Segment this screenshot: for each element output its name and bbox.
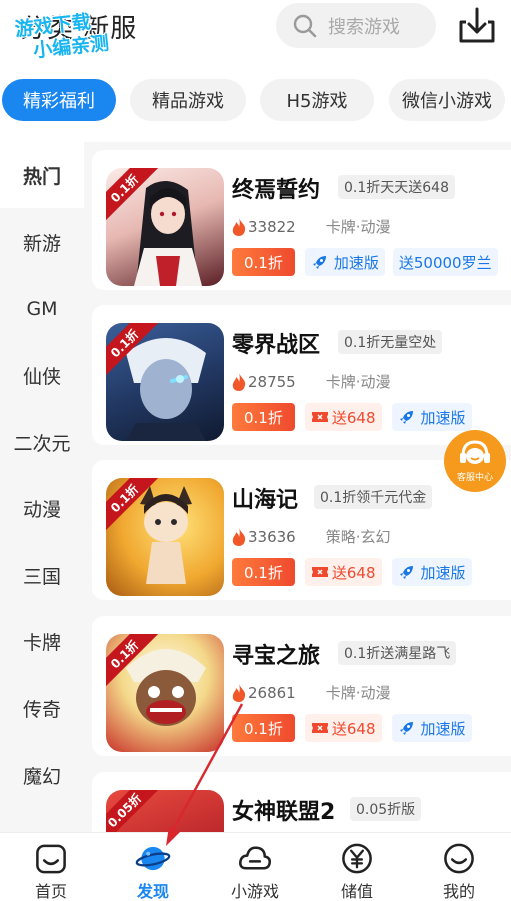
game-cover: 0.1折	[106, 323, 224, 441]
game-genre: 卡牌·动漫	[325, 684, 391, 702]
game-genre: 卡牌·动漫	[325, 218, 391, 236]
rocket-icon	[399, 722, 413, 735]
category-three-kingdoms[interactable]: 三国	[0, 542, 84, 608]
game-meta: 26861 卡牌·动漫	[232, 682, 391, 703]
game-card[interactable]: 0.1折 寻宝之旅 0.1折送满星路飞 26861 卡牌·动漫 0.1折 送64…	[92, 616, 511, 756]
discount-badge: 0.1折	[232, 248, 295, 276]
smile-icon	[444, 843, 474, 874]
category-anime2d[interactable]: 二次元	[0, 409, 84, 475]
game-genre: 卡牌·动漫	[325, 373, 391, 391]
game-tag: 0.05折版	[350, 797, 422, 821]
game-cover: 0.05折	[106, 790, 224, 832]
nav-profile[interactable]: 我的	[408, 833, 510, 901]
ticket-icon	[311, 723, 328, 733]
game-tag: 0.1折送满星路飞	[338, 641, 457, 665]
category-card[interactable]: 卡牌	[0, 608, 84, 674]
category-sidebar: 热门 新游 GM 仙侠 二次元 动漫 三国 卡牌 传奇 魔幻	[0, 142, 84, 832]
game-name: 寻宝之旅	[232, 644, 321, 669]
search-icon	[293, 14, 317, 37]
gift-badge: 送648	[304, 714, 382, 742]
category-fantasy[interactable]: 魔幻	[0, 742, 84, 808]
search-input[interactable]: 搜索游戏	[276, 3, 436, 48]
game-card[interactable]: 0.1折 终焉誓约 0.1折天天送648 33822 卡牌·动漫 0.1折 加速…	[92, 150, 511, 290]
flame-icon	[232, 372, 246, 391]
game-name: 零界战区	[232, 333, 321, 358]
game-name: 女神联盟2	[232, 800, 336, 825]
game-cover: 0.1折	[106, 634, 224, 752]
top-tabs: 精彩福利 精品游戏 H5游戏 微信小游戏	[0, 79, 511, 123]
app-screen: 分类·新服 游戏下载 小编亲测 搜索游戏 精彩福利 精品游戏 H5游戏 微信小游…	[0, 0, 511, 901]
tab-h5-games[interactable]: H5游戏	[260, 79, 374, 121]
planet-icon	[135, 846, 171, 871]
ticket-icon	[311, 412, 328, 422]
speed-badge: 加速版	[304, 248, 385, 276]
headset-icon	[460, 440, 490, 464]
category-xianxia[interactable]: 仙侠	[0, 342, 84, 408]
game-meta: 33636 策略·玄幻	[232, 526, 391, 547]
discount-badge: 0.1折	[232, 714, 295, 742]
discount-badge: 0.1折	[232, 403, 295, 431]
flame-icon	[232, 527, 246, 546]
game-cover: 0.1折	[106, 168, 224, 286]
customer-service-button[interactable]: 客服中心	[444, 430, 506, 492]
hot-count: 26861	[248, 683, 296, 702]
gift-badge: 送648	[304, 403, 382, 431]
yuan-icon	[342, 843, 372, 874]
game-name: 终焉誓约	[232, 178, 321, 203]
discount-badge: 0.1折	[232, 558, 295, 586]
hot-count: 28755	[248, 372, 296, 391]
nav-discover[interactable]: 发现	[102, 833, 204, 901]
game-badges: 0.1折 送648 加速版	[232, 558, 472, 586]
game-card[interactable]: 0.1折 零界战区 0.1折无量空处 28755 卡牌·动漫 0.1折 送648…	[92, 305, 511, 445]
category-anime[interactable]: 动漫	[0, 475, 84, 541]
game-card[interactable]: 0.1折 山海记 0.1折领千元代金 33636 策略·玄幻 0.1折 送648…	[92, 460, 511, 600]
rocket-icon	[399, 566, 413, 579]
cloud-icon	[239, 846, 271, 870]
category-gm[interactable]: GM	[0, 276, 84, 342]
category-legend[interactable]: 传奇	[0, 675, 84, 741]
game-tag: 0.1折领千元代金	[314, 485, 433, 509]
speed-badge: 加速版	[391, 403, 472, 431]
service-label: 客服中心	[456, 473, 493, 483]
tab-wechat-games[interactable]: 微信小游戏	[389, 79, 505, 121]
game-tag: 0.1折天天送648	[338, 175, 455, 199]
game-badges: 0.1折 加速版 送50000罗兰	[232, 248, 498, 276]
game-meta: 33822 卡牌·动漫	[232, 216, 391, 237]
game-name: 山海记	[232, 488, 299, 513]
flame-icon	[232, 683, 246, 702]
tab-welfare[interactable]: 精彩福利	[2, 79, 116, 121]
nav-home[interactable]: 首页	[0, 833, 102, 901]
hot-count: 33822	[248, 217, 296, 236]
game-list: 0.1折 终焉誓约 0.1折天天送648 33822 卡牌·动漫 0.1折 加速…	[84, 142, 511, 832]
game-tag: 0.1折无量空处	[338, 330, 443, 354]
watermark-stamp: 游戏下载 小编亲测	[13, 10, 111, 63]
flame-icon	[232, 217, 246, 236]
game-badges: 0.1折 送648 加速版	[232, 403, 472, 431]
download-icon[interactable]	[457, 5, 497, 45]
gift-badge: 送648	[304, 558, 382, 586]
speed-badge: 加速版	[391, 714, 472, 742]
nav-recharge[interactable]: 储值	[306, 833, 408, 901]
speed-badge: 加速版	[391, 558, 472, 586]
home-icon	[36, 844, 66, 874]
category-new[interactable]: 新游	[0, 209, 84, 275]
search-placeholder: 搜索游戏	[328, 16, 400, 38]
game-cover: 0.1折	[106, 478, 224, 596]
ticket-icon	[311, 567, 328, 577]
category-hot[interactable]: 热门	[0, 142, 84, 208]
game-genre: 策略·玄幻	[325, 528, 391, 546]
tab-quality-games[interactable]: 精品游戏	[130, 79, 246, 121]
rocket-icon	[312, 256, 326, 269]
rocket-icon	[399, 411, 413, 424]
gift-text-badge: 送50000罗兰	[392, 248, 498, 276]
bottom-nav: 首页 发现 小游戏 储值 我的	[0, 832, 511, 901]
discount-ribbon: 0.05折	[106, 790, 160, 832]
game-card[interactable]: 0.05折 女神联盟2 0.05折版	[92, 772, 511, 832]
game-badges: 0.1折 送648 加速版	[232, 714, 472, 742]
header: 分类·新服 游戏下载 小编亲测 搜索游戏	[0, 0, 511, 72]
game-meta: 28755 卡牌·动漫	[232, 371, 391, 392]
nav-minigames[interactable]: 小游戏	[204, 833, 306, 901]
hot-count: 33636	[248, 527, 296, 546]
